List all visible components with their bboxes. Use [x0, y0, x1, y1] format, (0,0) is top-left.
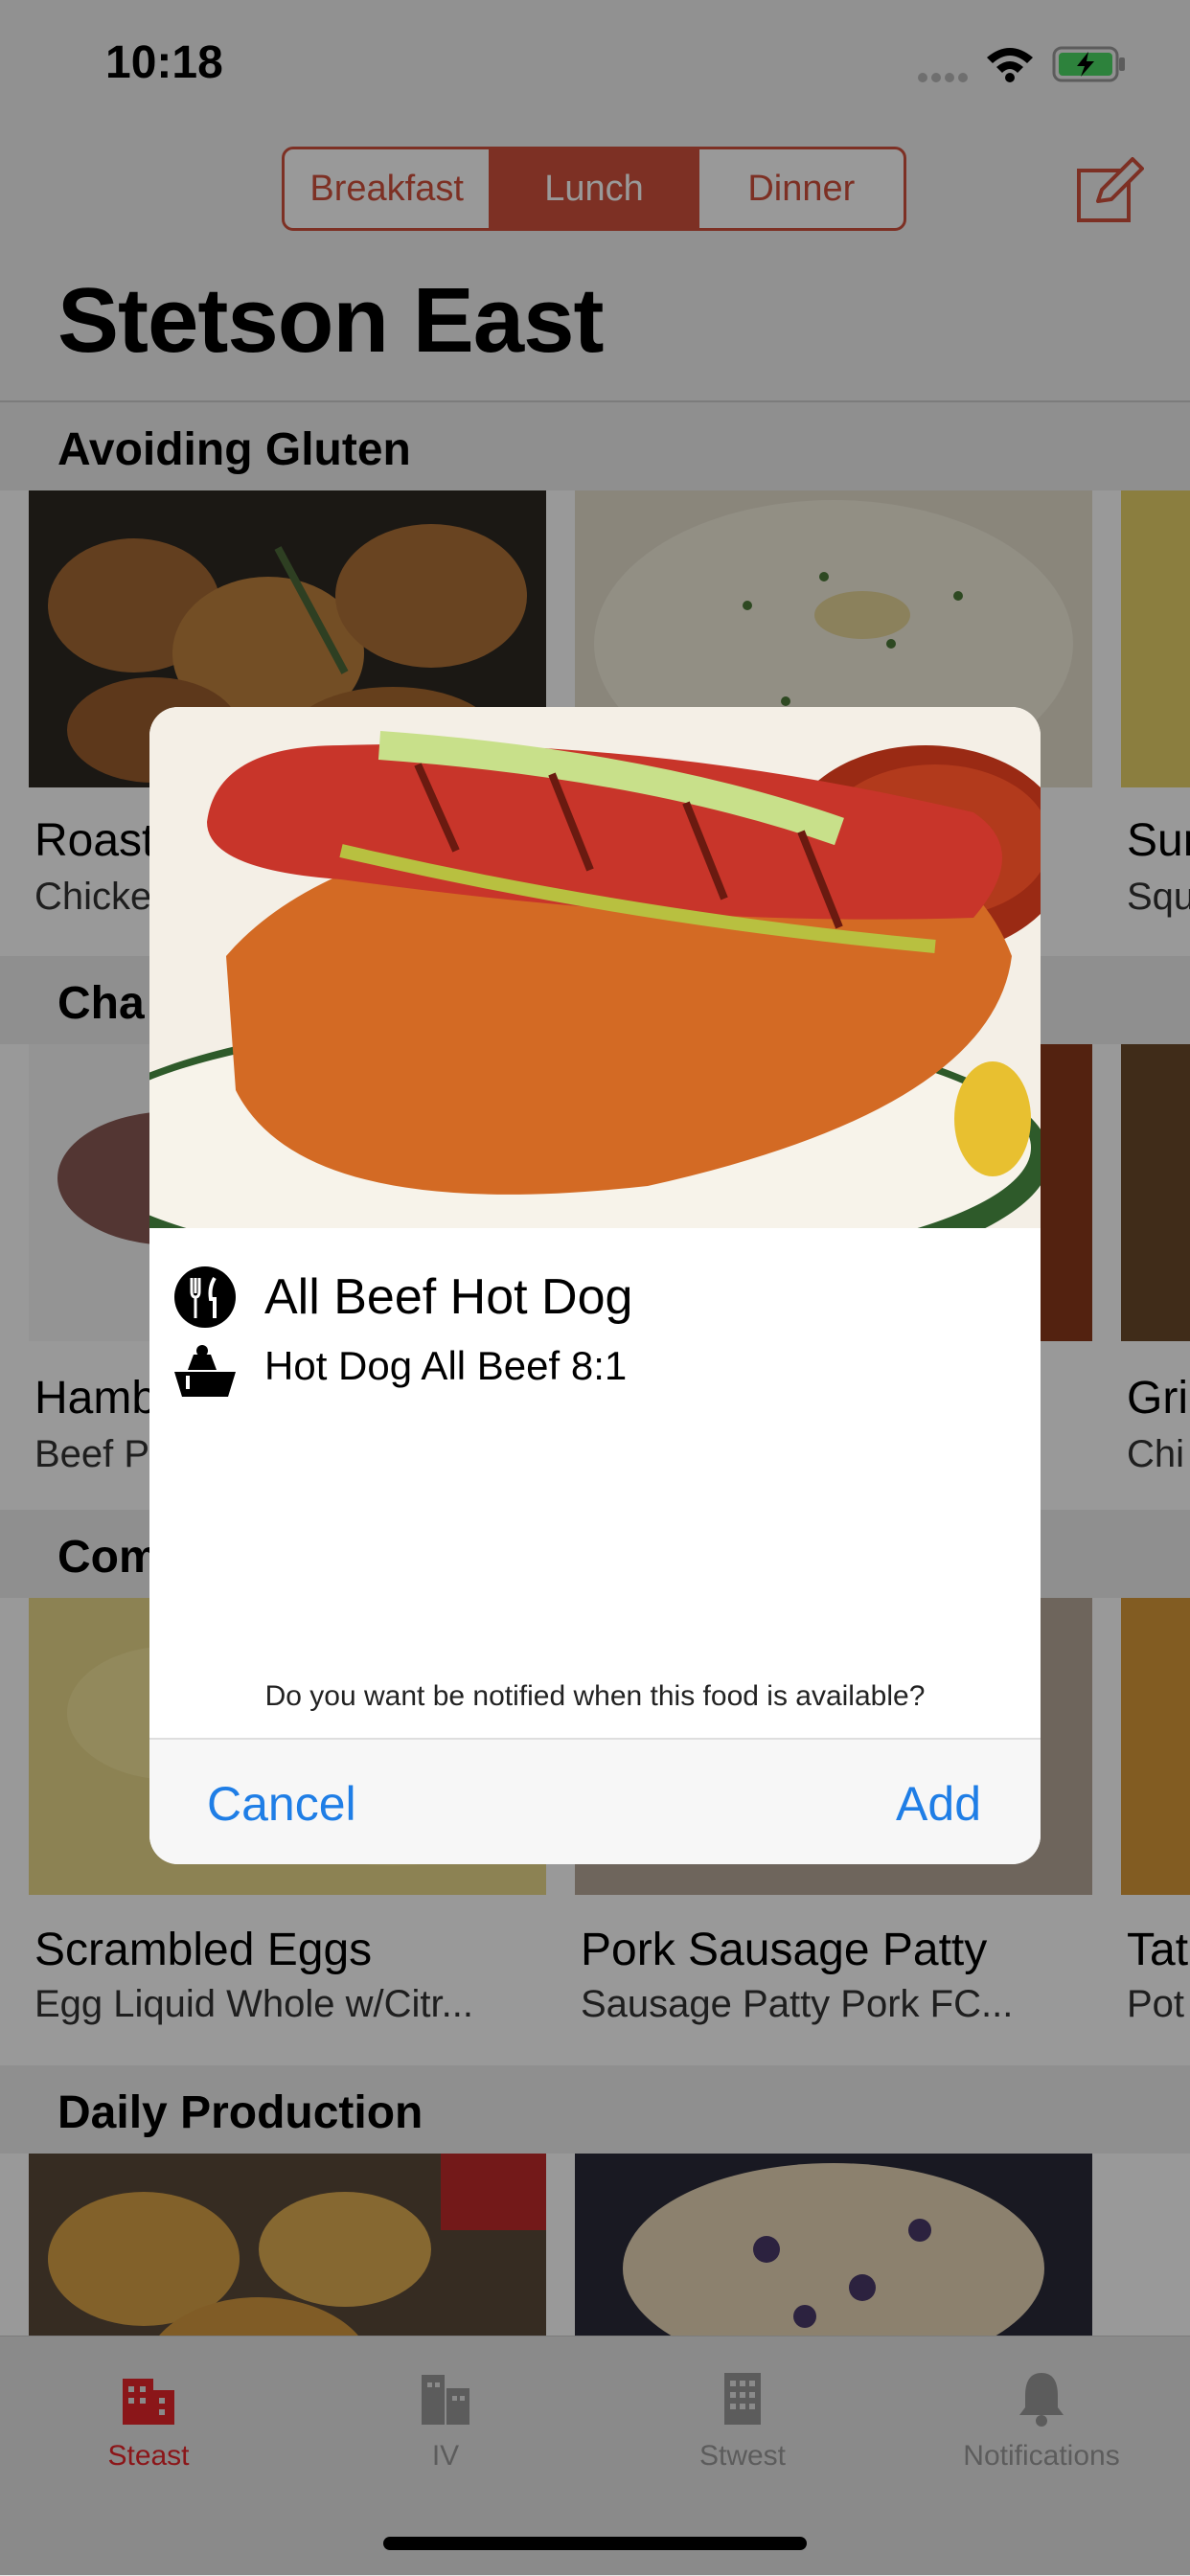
- utensils-icon: [174, 1266, 236, 1328]
- home-indicator: [383, 2537, 807, 2550]
- dialog-food-name: All Beef Hot Dog: [264, 1269, 633, 1325]
- serving-dish-icon: [174, 1345, 236, 1397]
- add-button[interactable]: Add: [896, 1776, 981, 1832]
- dialog-actions: Cancel Add: [149, 1740, 1041, 1864]
- hot-dog-photo: [149, 707, 1041, 1228]
- cancel-button[interactable]: Cancel: [207, 1776, 356, 1832]
- dialog-food-detail: Hot Dog All Beef 8:1: [264, 1343, 628, 1388]
- dialog-question: Do you want be notified when this food i…: [264, 1680, 926, 1712]
- add-notification-dialog: All Beef Hot Dog Hot Dog All Beef 8:1 Do…: [149, 707, 1041, 1864]
